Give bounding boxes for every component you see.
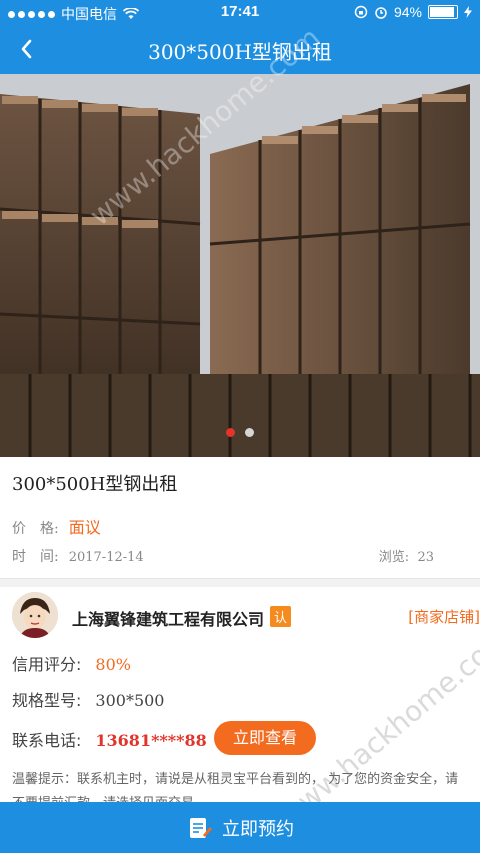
time-row: 时 间: 2017-12-14	[12, 546, 144, 566]
alarm-icon	[375, 7, 387, 19]
spec-value: 300*500	[95, 691, 165, 710]
time-label: 时 间:	[12, 549, 59, 565]
spec-label: 规格型号:	[12, 691, 82, 710]
credit-label: 信用评分:	[12, 655, 82, 674]
avatar-icon	[12, 592, 58, 638]
carousel-pager	[0, 428, 480, 437]
product-image-carousel[interactable]	[0, 74, 480, 457]
shop-link[interactable]: [商家店铺]	[408, 606, 480, 627]
steel-beams-image	[0, 74, 480, 457]
price-label: 价 格:	[12, 521, 59, 537]
nav-bar: 300*500H型钢出租	[0, 24, 480, 74]
reserve-label: 立即预约	[222, 818, 294, 840]
status-right: 94%	[354, 4, 472, 20]
lock-rotation-icon	[354, 5, 368, 19]
views-value: 23	[417, 550, 434, 565]
carousel-dot[interactable]	[245, 428, 254, 437]
page-title: 300*500H型钢出租	[148, 40, 332, 64]
spec-row: 规格型号: 300*500	[12, 687, 164, 711]
company-name: 上海翼锋建筑工程有限公司	[72, 610, 265, 629]
price-value: 面议	[68, 518, 101, 537]
credit-row: 信用评分: 80%	[12, 651, 131, 675]
phone-value: 13681****88	[95, 731, 207, 750]
section-divider	[0, 578, 480, 587]
charging-icon	[464, 6, 472, 18]
view-phone-button[interactable]: 立即查看	[214, 721, 316, 755]
product-title: 300*500H型钢出租	[12, 474, 178, 495]
views-label: 浏览:	[378, 550, 410, 565]
time-value: 2017-12-14	[68, 550, 144, 565]
warm-tip: 温馨提示：联系机主时，请说是从租灵宝平台看到的， 为了您的资金安全，请不要提前汇…	[12, 772, 459, 802]
views-count: 浏览: 23	[379, 546, 434, 565]
battery-percent: 94%	[393, 4, 422, 20]
reservation-form-icon	[190, 817, 212, 838]
certified-badge: 认	[270, 606, 292, 627]
price-row: 价 格: 面议	[12, 514, 101, 538]
credit-value: 80%	[95, 655, 131, 674]
status-bar: 中国电信 17:41 94%	[0, 0, 480, 24]
reserve-button[interactable]: 立即预约	[0, 802, 480, 853]
phone-row: 联系电话: 13681****88	[12, 727, 207, 751]
carousel-dot[interactable]	[226, 428, 235, 437]
avatar[interactable]	[12, 592, 58, 638]
phone-label: 联系电话:	[12, 731, 82, 750]
battery-icon	[428, 5, 458, 19]
